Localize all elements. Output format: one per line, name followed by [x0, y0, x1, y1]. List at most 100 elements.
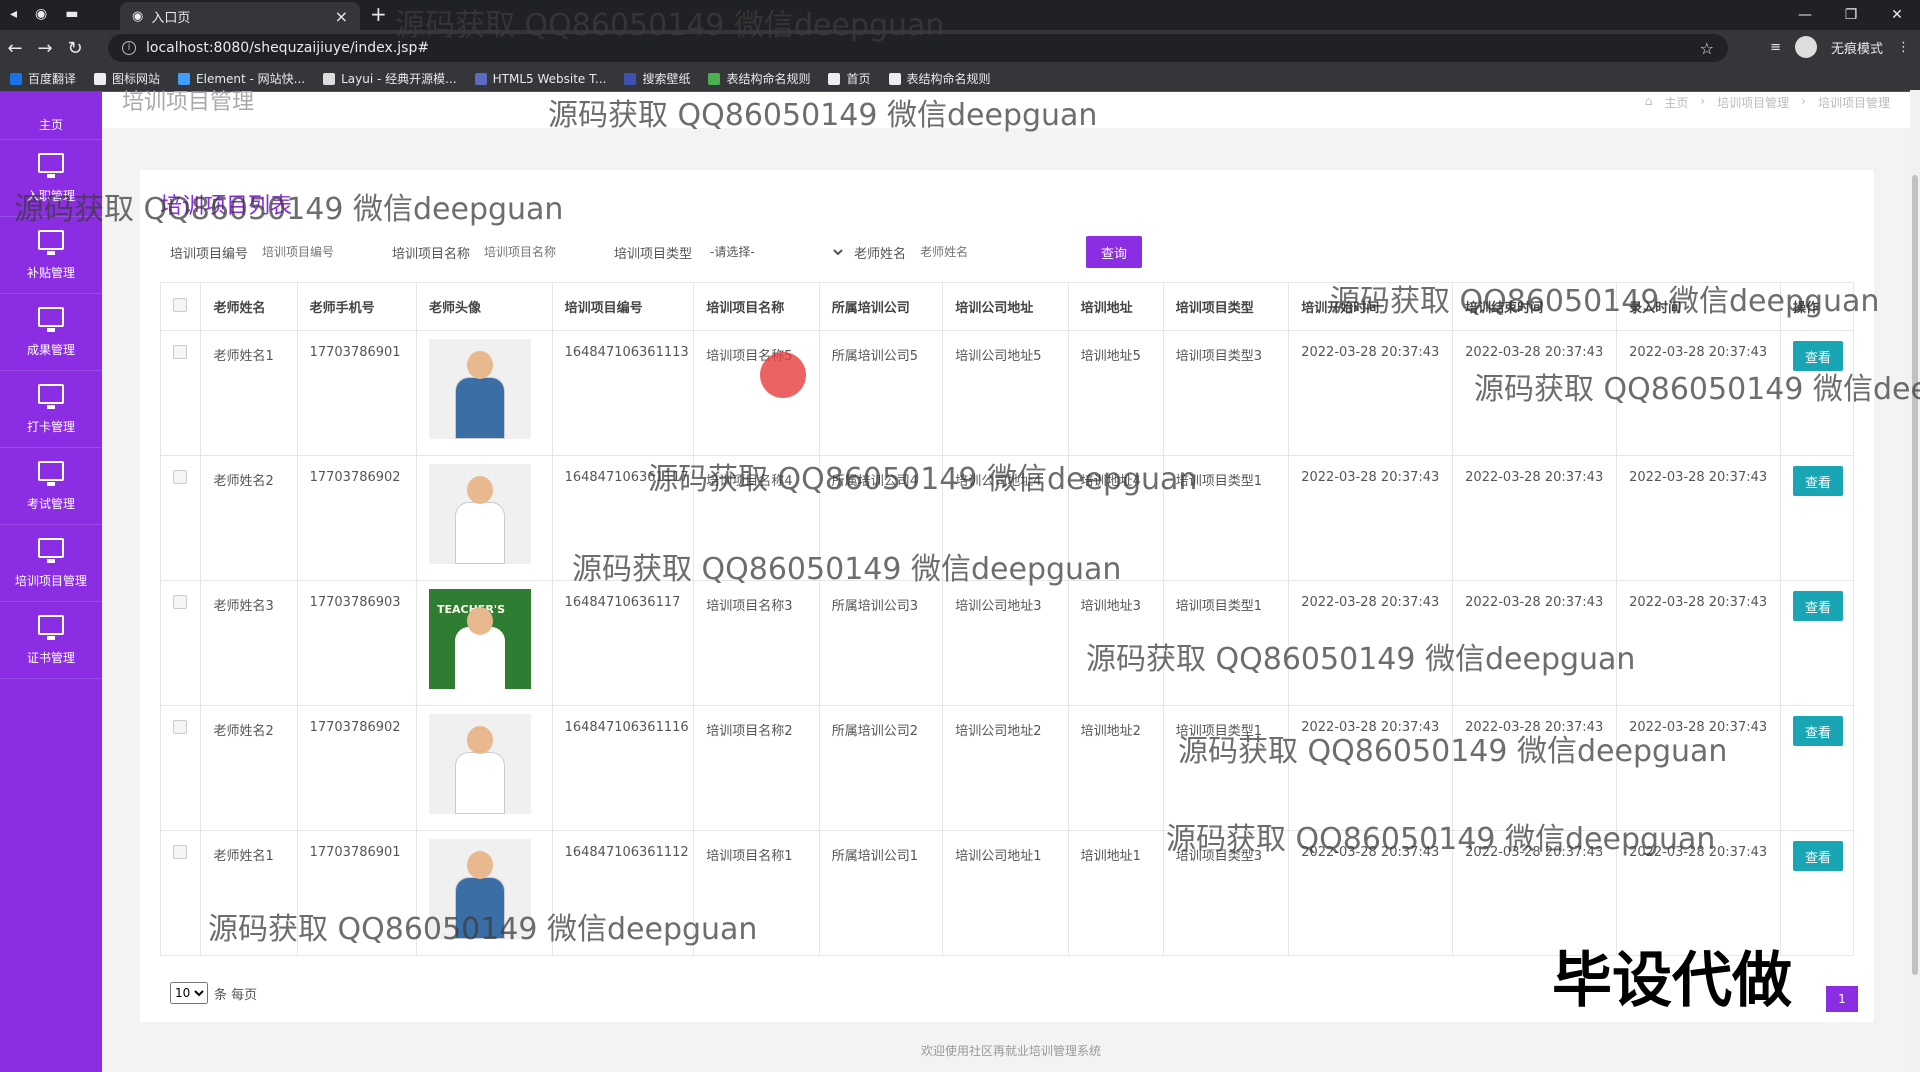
table-cell-teacher: 老师姓名2 [200, 455, 298, 581]
page-size-select[interactable]: 10 [170, 982, 208, 1004]
panel-title: 培训项目列表 [160, 194, 293, 219]
table-cell-code: 164847106361112 [551, 830, 695, 956]
minimize-icon[interactable]: — [1782, 0, 1828, 30]
bookmark-item[interactable]: 搜索壁纸 [624, 70, 690, 87]
view-button[interactable]: 查看 [1793, 716, 1843, 746]
table-cell-avatar: TEACHER'S [416, 580, 553, 706]
table-cell-name: 培训项目名称3 [693, 580, 820, 706]
table-cell-avatar [416, 330, 553, 456]
globe-icon: ◉ [35, 6, 48, 22]
bookmark-label: 百度翻译 [28, 72, 77, 86]
teacher-avatar-image [429, 839, 531, 939]
sidebar-item[interactable]: 主页 [0, 92, 102, 140]
teacher-input[interactable] [920, 239, 1071, 265]
table-cell-end: 2022-03-28 20:37:43 [1452, 705, 1618, 831]
table-cell-end: 2022-03-28 20:37:43 [1452, 330, 1618, 456]
scrollbar-thumb[interactable] [1912, 175, 1918, 975]
bookmark-item[interactable]: 首页 [828, 70, 871, 87]
bookmark-item[interactable]: 百度翻译 [10, 70, 76, 87]
breadcrumb-item[interactable]: 主页 [1664, 94, 1688, 111]
reload-icon[interactable]: ↻ [60, 38, 90, 59]
breadcrumb-item[interactable]: 培训项目管理 [1717, 94, 1789, 111]
restore-icon[interactable]: ❐ [1828, 0, 1874, 30]
type-label: 培训项目类型 [614, 246, 693, 262]
forward-icon[interactable]: → [30, 38, 60, 59]
bookmark-favicon-icon [474, 72, 487, 85]
bookmark-item[interactable]: HTML5 Website T... [474, 72, 606, 86]
tab-search-icon[interactable]: ▬ [65, 6, 78, 22]
sidebar-item-label: 证书管理 [26, 650, 75, 665]
bookmark-item[interactable]: 表结构命名规则 [888, 70, 991, 87]
site-info-icon[interactable]: i [122, 41, 136, 55]
table-cell-phone: 17703786902 [296, 705, 418, 831]
row-select-cell [159, 330, 202, 456]
table-cell-avatar [416, 455, 553, 581]
main-content: 培训项目管理 ⌂ 主页 › 培训项目管理 › 培训项目管理 培训项目列表 培训项… [102, 90, 1920, 1072]
stamp-overlay: 毕设代做 [1552, 946, 1792, 1016]
bookmark-favicon-icon [624, 72, 637, 85]
sidebar-item[interactable]: 成果管理 [0, 294, 102, 371]
avatar-body [455, 502, 505, 564]
page-number-button[interactable]: 1 [1826, 986, 1858, 1012]
pagination: 10 条 每页 [170, 982, 257, 1004]
bookmark-favicon-icon [708, 72, 721, 85]
row-checkbox[interactable] [173, 470, 187, 484]
sidebar-item[interactable]: 打卡管理 [0, 371, 102, 448]
sidebar-item[interactable]: 证书管理 [0, 602, 102, 679]
sidebar-item-label: 入职管理 [26, 188, 75, 203]
query-button[interactable]: 查询 [1086, 236, 1143, 268]
column-header: 老师手机号 [296, 282, 418, 331]
footer-text: 欢迎使用社区再就业培训管理系统 [920, 1044, 1101, 1058]
column-header: 培训地址 [1067, 282, 1164, 331]
row-checkbox[interactable] [173, 595, 187, 609]
table-cell-type: 培训项目类型3 [1162, 830, 1290, 956]
table-cell-company-addr: 培训公司地址2 [942, 705, 1069, 831]
table-cell-code: 16484710636117 [551, 580, 695, 706]
teacher-avatar-image [429, 339, 531, 439]
bookmark-star-icon[interactable]: ☆ [1700, 39, 1714, 58]
table-cell-company-addr: 培训公司地址4 [942, 455, 1069, 581]
column-header: 所属培训公司 [818, 282, 944, 331]
avatar-head [467, 607, 493, 635]
name-input[interactable] [484, 239, 595, 265]
row-checkbox[interactable] [173, 345, 187, 359]
code-input[interactable] [262, 239, 373, 265]
back-icon[interactable]: ← [0, 38, 30, 59]
table-cell-teacher: 老师姓名3 [200, 580, 298, 706]
active-tab[interactable]: ◉ 入口页 × [120, 2, 360, 30]
row-checkbox[interactable] [173, 720, 187, 734]
sidebar-item[interactable]: 入职管理 [0, 140, 102, 217]
view-button[interactable]: 查看 [1793, 841, 1843, 871]
new-tab-icon[interactable]: + [370, 4, 387, 24]
close-window-icon[interactable]: ✕ [1874, 0, 1920, 30]
sidebar-item[interactable]: 补贴管理 [0, 217, 102, 294]
name-label: 培训项目名称 [392, 246, 471, 262]
sidebar-item[interactable]: 培训项目管理 [0, 525, 102, 602]
table-header-row: 老师姓名 老师手机号 老师头像 培训项目编号 培训项目名称 所属培训公司 培训公司地址 培训地… [159, 282, 1854, 331]
select-all-checkbox[interactable] [173, 297, 187, 312]
menu-dots-icon[interactable]: ⋮ [1897, 40, 1910, 55]
row-checkbox[interactable] [173, 845, 187, 859]
table-cell-action: 查看 [1780, 330, 1854, 456]
view-button[interactable]: 查看 [1793, 341, 1843, 371]
url-text: localhost:8080/shequzaijiuye/index.jsp# [146, 40, 430, 56]
back-audio-icon[interactable]: ◂ [10, 6, 17, 22]
tab-close-icon[interactable]: × [335, 7, 348, 26]
type-select[interactable]: -请选择- [706, 239, 847, 265]
column-header: 操作 [1780, 282, 1854, 331]
table-cell-addr: 培训地址1 [1067, 830, 1164, 956]
column-header: 培训结束时间 [1452, 282, 1618, 331]
view-button[interactable]: 查看 [1793, 466, 1843, 496]
table-cell-company: 所属培训公司2 [818, 705, 944, 831]
view-button[interactable]: 查看 [1793, 591, 1843, 621]
avatar-body [455, 752, 505, 814]
bookmark-item[interactable]: Layui - 经典开源模... [323, 70, 457, 87]
table-cell-code: 164847106361116 [551, 705, 695, 831]
page-scrollbar[interactable] [1910, 90, 1920, 1070]
reading-list-icon[interactable]: ≡ [1770, 40, 1781, 55]
bookmark-item[interactable]: 表结构命名规则 [708, 70, 810, 87]
profile-avatar[interactable] [1794, 36, 1817, 58]
sidebar-item[interactable]: 考试管理 [0, 448, 102, 525]
url-field[interactable]: i localhost:8080/shequzaijiuye/index.jsp… [108, 34, 1728, 62]
table-cell-created: 2022-03-28 20:37:43 [1616, 705, 1781, 831]
